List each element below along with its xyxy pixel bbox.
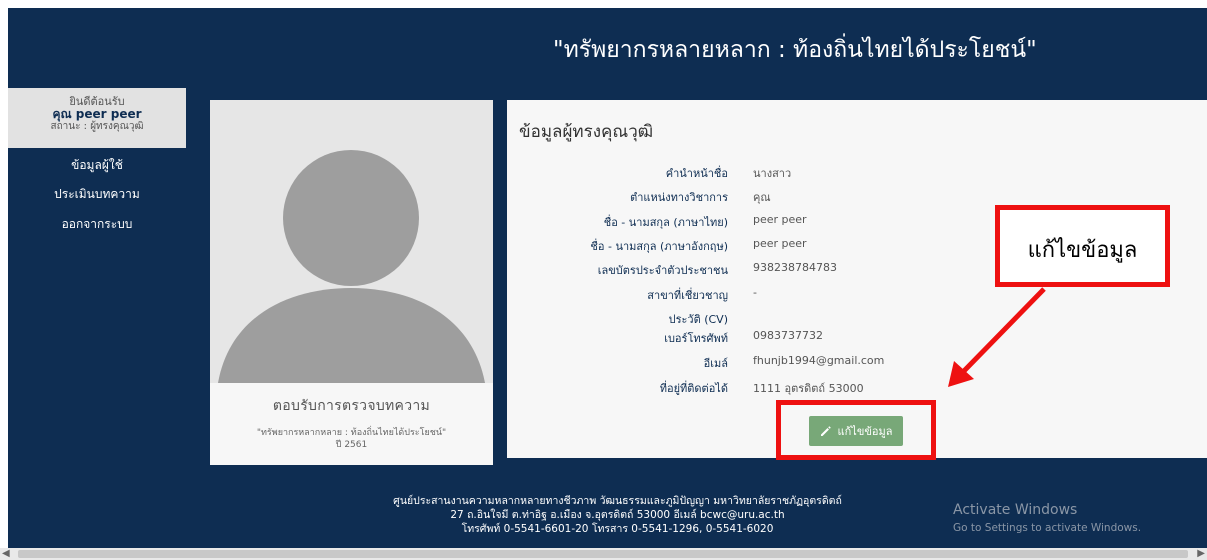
welcome-box: ยินดีต้อนรับ คุณ peer peer สถานะ : ผู้ทร… xyxy=(8,88,186,148)
scroll-left-arrow-icon[interactable]: ◀ xyxy=(2,548,10,560)
info-label: ที่อยู่ที่ติดต่อได้ xyxy=(659,382,728,395)
info-row-email: อีเมล์ fhunjb1994@gmail.com xyxy=(507,354,1207,374)
annotation-callout: แก้ไขข้อมูล xyxy=(995,205,1170,287)
info-value: คุณ xyxy=(753,191,771,204)
sidebar-item-user-info[interactable]: ข้อมูลผู้ใช้ xyxy=(8,156,186,175)
header-bar: "ทรัพยากรหลายหลาก : ท้องถิ่นไทยได้ประโยช… xyxy=(8,8,1207,86)
horizontal-scrollbar[interactable]: ◀ ▶ xyxy=(0,548,1207,560)
info-label: เลขบัตรประจำตัวประชาชน xyxy=(597,264,728,277)
edit-button-highlight-frame xyxy=(776,400,936,460)
footer: ศูนย์ประสานงานความหลากหลายทางชีวภาพ วัฒน… xyxy=(8,486,1207,548)
info-row-expertise: สาขาที่เชี่ยวชาญ - xyxy=(507,286,1207,306)
info-value: fhunjb1994@gmail.com xyxy=(753,354,885,367)
info-value: นางสาว xyxy=(753,167,792,180)
info-row-title: คำนำหน้าชื่อ นางสาว xyxy=(507,164,1207,184)
info-value: 0983737732 xyxy=(753,329,823,342)
info-value: - xyxy=(753,286,757,299)
sidebar-item-review-articles[interactable]: ประเมินบทความ xyxy=(8,185,186,204)
user-avatar-placeholder-icon xyxy=(210,100,493,383)
info-label: เบอร์โทรศัพท์ xyxy=(664,332,728,345)
info-label: อีเมล์ xyxy=(703,357,728,370)
user-status: สถานะ : ผู้ทรงคุณวุฒิ xyxy=(50,121,144,132)
info-value: 1111 อุตรดิตถ์ 53000 xyxy=(753,382,864,395)
activate-windows-title: Activate Windows xyxy=(953,502,1078,518)
info-label: ชื่อ - นามสกุล (ภาษาไทย) xyxy=(603,216,728,229)
info-value: peer peer xyxy=(753,237,807,250)
panel-heading: ข้อมูลผู้ทรงคุณวุฒิ xyxy=(519,122,654,142)
user-name: คุณ peer peer xyxy=(52,107,142,121)
profile-card: ตอบรับการตรวจบทความ "ทรัพยากรหลากหลาย : … xyxy=(210,100,493,465)
caption-title: ตอบรับการตรวจบทความ xyxy=(272,398,431,414)
scroll-right-arrow-icon[interactable]: ▶ xyxy=(1197,548,1205,560)
info-row-cv: ประวัติ (CV) xyxy=(507,310,1207,330)
annotation-arrow-icon xyxy=(948,287,1046,387)
info-label: คำนำหน้าชื่อ xyxy=(665,167,728,180)
caption-year: ปี 2561 xyxy=(335,440,368,450)
info-value: peer peer xyxy=(753,213,807,226)
activate-windows-subtitle: Go to Settings to activate Windows. xyxy=(953,522,1142,534)
info-label: ชื่อ - นามสกุล (ภาษาอังกฤษ) xyxy=(590,240,728,253)
info-row-phone: เบอร์โทรศัพท์ 0983737732 xyxy=(507,329,1207,349)
profile-caption: ตอบรับการตรวจบทความ "ทรัพยากรหลากหลาย : … xyxy=(210,383,493,465)
info-value: 938238784783 xyxy=(753,261,837,274)
info-label: ประวัติ (CV) xyxy=(668,313,728,326)
scrollbar-thumb[interactable] xyxy=(18,550,1188,558)
info-label: สาขาที่เชี่ยวชาญ xyxy=(647,289,728,302)
sidebar-item-logout[interactable]: ออกจากระบบ xyxy=(8,215,186,234)
page: "ทรัพยากรหลายหลาก : ท้องถิ่นไทยได้ประโยช… xyxy=(0,0,1207,560)
info-row-address: ที่อยู่ที่ติดต่อได้ 1111 อุตรดิตถ์ 53000 xyxy=(507,379,1207,399)
callout-text: แก้ไขข้อมูล xyxy=(1027,238,1138,263)
site-title: "ทรัพยากรหลายหลาก : ท้องถิ่นไทยได้ประโยช… xyxy=(553,37,1037,63)
info-label: ตำแหน่งทางวิชาการ xyxy=(630,191,728,204)
caption-project: "ทรัพยากรหลากหลาย : ท้องถิ่นไทยได้ประโยช… xyxy=(256,428,447,438)
